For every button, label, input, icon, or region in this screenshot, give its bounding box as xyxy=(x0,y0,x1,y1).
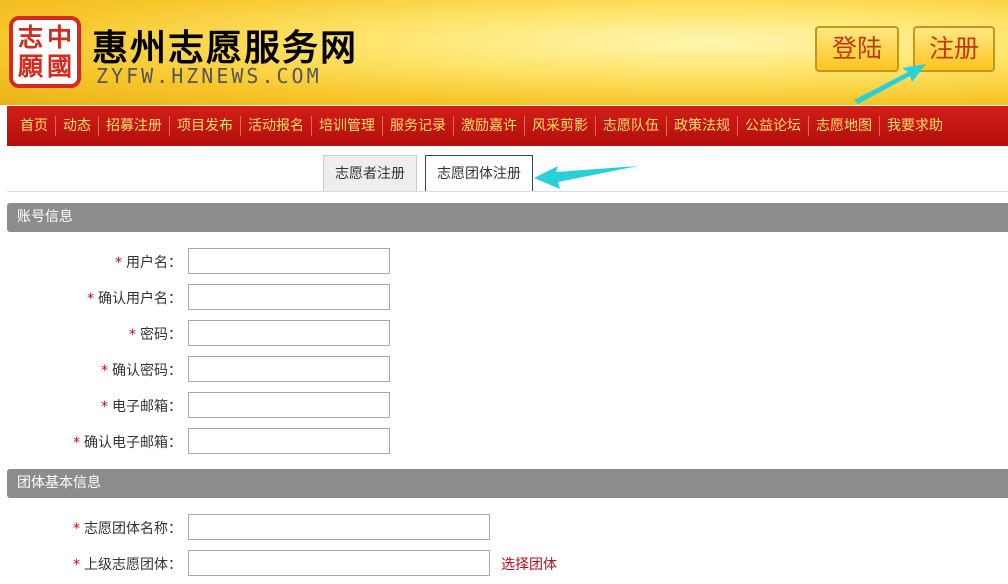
form-row-confirm-username: * 确认用户名： xyxy=(0,284,1008,310)
required-mark: * xyxy=(115,255,122,271)
tab-group-register[interactable]: 志愿团体注册 xyxy=(425,155,533,191)
confirm-email-label-text: 确认电子邮箱： xyxy=(84,435,182,451)
required-mark: * xyxy=(73,521,80,537)
select-group-link[interactable]: 选择团体 xyxy=(501,554,557,574)
parent-group-label-text: 上级志愿团体： xyxy=(84,557,182,573)
nav-item-activity-signup[interactable]: 活动报名 xyxy=(240,116,311,136)
nav-item-projects[interactable]: 项目发布 xyxy=(169,116,240,136)
email-label: * 电子邮箱： xyxy=(101,396,182,416)
arrow-to-register-icon xyxy=(854,64,926,104)
parent-group-input[interactable] xyxy=(188,550,490,576)
section-account-info: 账号信息 xyxy=(7,203,1008,232)
nav-item-recruit[interactable]: 招募注册 xyxy=(98,116,169,136)
password-label-text: 密码： xyxy=(140,327,182,343)
nav-item-training[interactable]: 培训管理 xyxy=(311,116,382,136)
site-domain: ZYFW.HZNEWS.COM xyxy=(96,64,322,88)
main-nav: 首页 动态 招募注册 项目发布 活动报名 培训管理 服务记录 激励嘉许 风采剪影… xyxy=(7,106,1008,146)
section-group-basic-info: 团体基本信息 xyxy=(7,469,1008,498)
confirm-password-label-text: 确认密码： xyxy=(112,363,182,379)
username-input[interactable] xyxy=(188,248,390,274)
required-mark: * xyxy=(101,363,108,379)
nav-item-service-records[interactable]: 服务记录 xyxy=(382,116,453,136)
nav-item-help[interactable]: 我要求助 xyxy=(879,116,950,136)
email-label-text: 电子邮箱： xyxy=(112,399,182,415)
form-row-confirm-email: * 确认电子邮箱： xyxy=(0,428,1008,454)
form-row-parent-group: * 上级志愿团体： 选择团体 xyxy=(0,550,1008,576)
confirm-password-input[interactable] xyxy=(188,356,390,382)
logo-char: 國 xyxy=(46,52,72,81)
confirm-email-input[interactable] xyxy=(188,428,390,454)
form-row-email: * 电子邮箱： xyxy=(0,392,1008,418)
tab-volunteer-register[interactable]: 志愿者注册 xyxy=(323,155,417,191)
nav-item-home[interactable]: 首页 xyxy=(13,116,55,136)
required-mark: * xyxy=(129,327,136,343)
required-mark: * xyxy=(87,291,94,307)
confirm-username-input[interactable] xyxy=(188,284,390,310)
form-row-password: * 密码： xyxy=(0,320,1008,346)
parent-group-label: * 上级志愿团体： xyxy=(73,554,182,574)
nav-item-awards[interactable]: 激励嘉许 xyxy=(453,116,524,136)
confirm-email-label: * 确认电子邮箱： xyxy=(73,432,182,452)
password-input[interactable] xyxy=(188,320,390,346)
group-name-label-text: 志愿团体名称： xyxy=(84,521,182,537)
group-name-input[interactable] xyxy=(188,514,490,540)
logo-char: 中 xyxy=(46,23,72,52)
group-name-label: * 志愿团体名称： xyxy=(73,518,182,538)
site-logo-seal[interactable]: 志 中 願 國 xyxy=(9,16,81,88)
username-label: * 用户名： xyxy=(115,252,182,272)
logo-char: 志 xyxy=(17,23,43,52)
confirm-username-label-text: 确认用户名： xyxy=(98,291,182,307)
logo-char: 願 xyxy=(17,52,43,81)
nav-item-map[interactable]: 志愿地图 xyxy=(808,116,879,136)
form-row-confirm-password: * 确认密码： xyxy=(0,356,1008,382)
password-label: * 密码： xyxy=(129,324,182,344)
required-mark: * xyxy=(73,557,80,573)
nav-item-policies[interactable]: 政策法规 xyxy=(666,116,737,136)
nav-item-news[interactable]: 动态 xyxy=(55,116,98,136)
form-row-username: * 用户名： xyxy=(0,248,1008,274)
nav-item-forum[interactable]: 公益论坛 xyxy=(737,116,808,136)
email-input[interactable] xyxy=(188,392,390,418)
required-mark: * xyxy=(101,399,108,415)
required-mark: * xyxy=(73,435,80,451)
arrow-to-group-tab-icon xyxy=(534,166,638,189)
registration-tabs: 志愿者注册 志愿团体注册 xyxy=(323,155,533,191)
username-label-text: 用户名： xyxy=(126,255,182,271)
confirm-password-label: * 确认密码： xyxy=(101,360,182,380)
nav-item-gallery[interactable]: 风采剪影 xyxy=(524,116,595,136)
nav-item-teams[interactable]: 志愿队伍 xyxy=(595,116,666,136)
confirm-username-label: * 确认用户名： xyxy=(87,288,182,308)
form-row-group-name: * 志愿团体名称： xyxy=(0,514,1008,540)
